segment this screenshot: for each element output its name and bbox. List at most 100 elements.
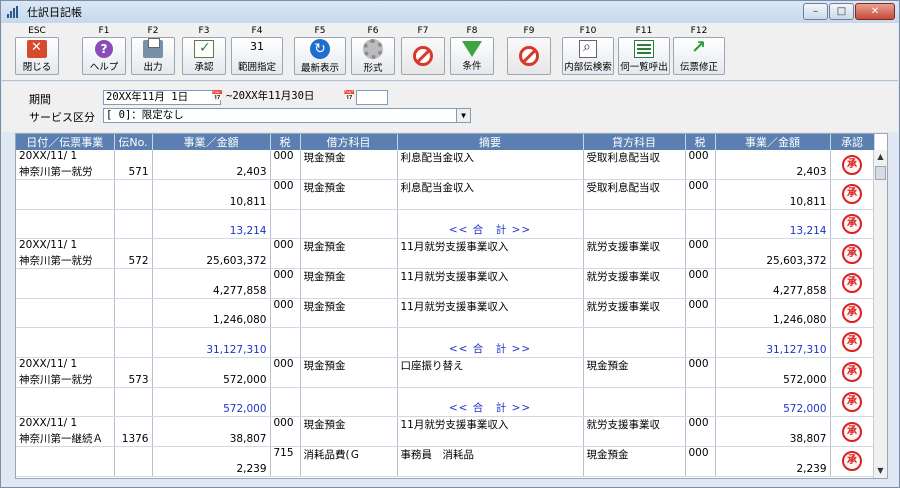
toolbar-button-f12[interactable]: 伝票修正 [673, 37, 725, 75]
voucher-no-cell [114, 446, 153, 477]
approval-stamp-icon[interactable]: 承 [842, 184, 862, 205]
table-row[interactable]: 10,811 000 現金預金 利息配当金収入 受取利息配当収 000 10,811 承 [16, 179, 875, 210]
table-row[interactable]: 2,239 715 消耗品費(Ｇ 事務員 消耗品 現金預金 000 2,239 承 [16, 446, 875, 477]
approval-cell[interactable]: 承 [830, 150, 875, 180]
credit-tax-cell: 000 [685, 357, 716, 388]
approval-cell[interactable]: 承 [830, 179, 875, 210]
credit-tax-cell: 000 [685, 298, 716, 328]
approval-cell[interactable]: 承 [830, 327, 875, 358]
description-cell: 11月就労支援事業収入 [397, 268, 584, 299]
debit-amount-cell: 38,807 [152, 416, 271, 447]
toolbar-button-f2[interactable]: 出力 [131, 37, 175, 75]
column-header[interactable]: 伝No. [114, 134, 153, 150]
description-cell: << 合 計 >> [397, 387, 584, 417]
journal-grid: 日付／伝票事業 伝No. 事業／金額税借方科目 摘要 貸方科目税事業／金額 承認 20XX… [15, 133, 888, 479]
function-key-label: F10 [579, 26, 597, 36]
column-header[interactable]: 事業／金額 [152, 134, 271, 150]
toolbar-button-f1[interactable]: ? ヘルプ [82, 37, 126, 75]
debit-tax-cell: 000 [270, 150, 301, 180]
approval-stamp-icon[interactable]: 承 [842, 362, 862, 382]
debit-account-cell: 消耗品費(Ｇ [300, 446, 398, 477]
approval-stamp-icon[interactable]: 承 [842, 332, 862, 353]
column-header[interactable]: 税 [685, 134, 716, 150]
column-header[interactable]: 税 [270, 134, 301, 150]
approval-cell[interactable]: 承 [830, 238, 875, 269]
table-row[interactable]: 20XX/11/ 1 神奈川第一就労 572 25,603,372 000 現金預金 11月… [16, 238, 875, 269]
table-row[interactable]: 4,277,858 000 現金預金 11月就労支援事業収入 就労支援事業収 000 4,2… [16, 268, 875, 299]
toolbar-button-f4[interactable]: 31 範囲指定 [231, 37, 283, 75]
total-row[interactable]: 31,127,310 << 合 計 >> 31,127,310 承 [16, 327, 875, 358]
credit-account-cell: 受取利息配当収 [583, 179, 686, 210]
toolbar-button-f5[interactable]: ↻ 最新表示 [294, 37, 346, 75]
total-row[interactable]: 572,000 << 合 計 >> 572,000 承 [16, 387, 875, 417]
minimize-button[interactable]: – [803, 3, 828, 20]
chevron-down-icon[interactable]: ▼ [456, 109, 470, 122]
approval-cell[interactable]: 承 [830, 357, 875, 388]
period-extra-field[interactable] [356, 90, 388, 105]
column-header[interactable]: 摘要 [397, 134, 584, 150]
service-select[interactable]: [ 0]：限定なし ▼ [103, 108, 471, 123]
description-cell: 11月就労支援事業収入 [397, 298, 584, 328]
calendar-from-icon[interactable]: 📅 [211, 91, 224, 104]
credit-account-cell [583, 209, 686, 239]
approval-cell[interactable]: 承 [830, 209, 875, 239]
column-header[interactable]: 借方科目 [300, 134, 398, 150]
toolbar-button-f10[interactable]: 内部伝検索 [562, 37, 614, 75]
close-window-button[interactable]: ✕ [855, 3, 895, 20]
credit-amount-cell: 13,214 [715, 209, 831, 239]
toolbar-button-f6[interactable]: 形式 [351, 37, 395, 75]
approval-cell[interactable]: 承 [830, 268, 875, 299]
approval-stamp-icon[interactable]: 承 [842, 273, 862, 294]
approval-stamp-icon[interactable]: 承 [842, 421, 862, 442]
column-header[interactable]: 承認 [830, 134, 875, 150]
table-row[interactable]: 20XX/11/ 1 神奈川第一継続Ａ 1376 38,807 000 現金預金 11月就労… [16, 416, 875, 447]
approval-stamp-icon[interactable]: 承 [842, 451, 862, 472]
approval-stamp-icon[interactable]: 承 [842, 391, 862, 412]
approval-cell[interactable]: 承 [830, 387, 875, 417]
scroll-thumb[interactable] [875, 166, 886, 180]
period-to-input[interactable]: ~20XX年11月30日 [224, 90, 356, 105]
calendar-to-icon[interactable]: 📅 [343, 91, 356, 104]
table-row[interactable]: 1,246,080 000 現金預金 11月就労支援事業収入 就労支援事業収 000 1,2… [16, 298, 875, 328]
toolbar-button-label: 承認 [194, 61, 214, 73]
credit-account-cell: 就労支援事業収 [583, 416, 686, 447]
approval-cell[interactable]: 承 [830, 416, 875, 447]
scroll-down-icon[interactable]: ▼ [874, 464, 887, 478]
column-header[interactable]: 日付／伝票事業 [16, 134, 115, 150]
toolbar-button-esc[interactable]: 閉じる [15, 37, 59, 75]
total-row[interactable]: 13,214 << 合 計 >> 13,214 承 [16, 209, 875, 239]
credit-account-cell [583, 387, 686, 417]
credit-amount-cell: 10,811 [715, 179, 831, 210]
toolbar-button-f3[interactable]: 承認 [182, 37, 226, 75]
function-key-label: F5 [314, 26, 326, 36]
debit-account-cell: 現金預金 [300, 150, 398, 180]
debit-account-cell: 現金預金 [300, 298, 398, 328]
toolbar-item-f4: F4 31 範囲指定 [227, 25, 287, 81]
gear-icon [363, 38, 383, 59]
function-key-label: F8 [466, 26, 478, 36]
toolbar-button-f11[interactable]: 伺一覧呼出 [618, 37, 670, 75]
credit-amount-cell: 572,000 [715, 387, 831, 417]
approval-stamp-icon[interactable]: 承 [842, 243, 862, 264]
toolbar-button-f8[interactable]: 条件 [450, 37, 494, 75]
approval-stamp-icon[interactable]: 承 [842, 302, 862, 323]
period-from-input[interactable]: 20XX年11月 1日 [103, 90, 221, 105]
maximize-button[interactable]: □ [829, 3, 854, 20]
voucher-no-cell: 572 [114, 238, 153, 269]
table-row[interactable]: 20XX/11/ 1 神奈川第一就労 573 572,000 000 現金預金 口座振り替え… [16, 357, 875, 388]
approval-stamp-icon[interactable]: 承 [842, 213, 862, 234]
debit-tax-cell [270, 327, 301, 358]
toolbar-button-f9[interactable] [507, 37, 551, 75]
debit-tax-cell: 000 [270, 298, 301, 328]
column-header[interactable]: 貸方科目 [583, 134, 686, 150]
credit-account-cell: 就労支援事業収 [583, 298, 686, 328]
vertical-scrollbar[interactable]: ▲ ▼ [873, 150, 887, 478]
approval-stamp-icon[interactable]: 承 [842, 154, 862, 175]
toolbar-button-f7[interactable] [401, 37, 445, 75]
window-title: 仕訳日記帳 [27, 6, 82, 19]
approval-cell[interactable]: 承 [830, 298, 875, 328]
scroll-up-icon[interactable]: ▲ [874, 150, 887, 164]
column-header[interactable]: 事業／金額 [715, 134, 831, 150]
approval-cell[interactable]: 承 [830, 446, 875, 477]
table-row[interactable]: 20XX/11/ 1 神奈川第一就労 571 2,403 000 現金預金 利息配当金収入受… [16, 150, 875, 180]
